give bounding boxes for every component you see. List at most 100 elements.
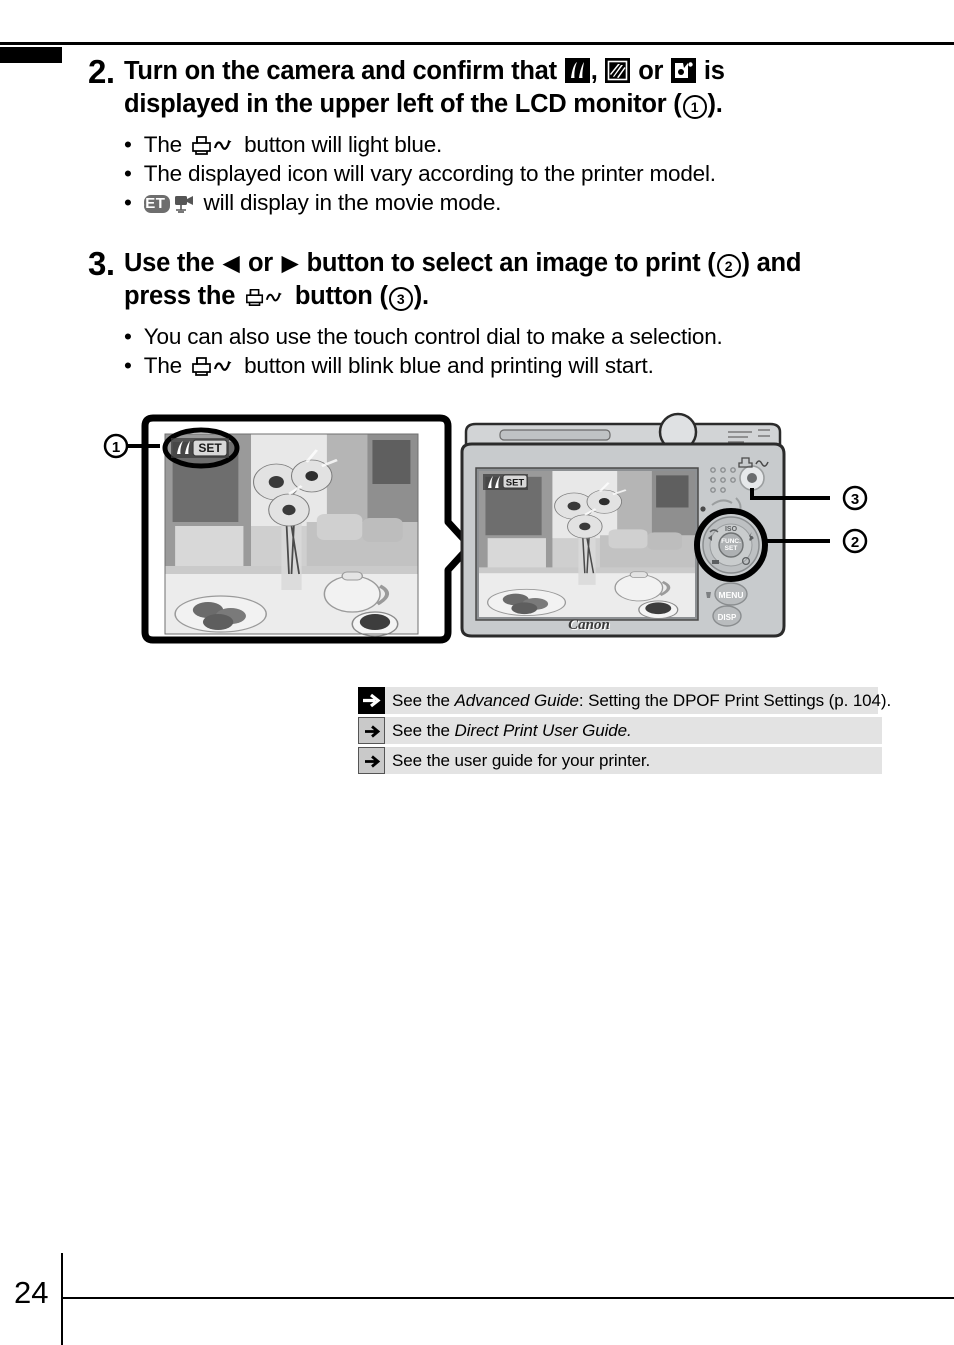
footer-horizontal-rule (61, 1297, 954, 1299)
reference-row: See the Advanced Guide: Setting the DPOF… (358, 687, 891, 714)
callout-3-label: 3 (851, 491, 859, 508)
print-share-button-icon (192, 357, 232, 376)
step-2-heading-text-1: Turn on the camera and confirm that (124, 57, 557, 85)
bullet-3-post: will display in the movie mode. (203, 190, 502, 215)
step-2-heading-comma: , (590, 57, 598, 85)
right-arrow-icon: ▶ (281, 252, 298, 275)
step-2-heading-text-2: is (703, 57, 725, 85)
callout-2: 2 (766, 528, 868, 554)
bullet-1-post: button will light blue. (244, 132, 443, 157)
arrow-right-icon (358, 747, 385, 774)
ref-seg-italic: Direct Print User Guide. (454, 721, 632, 740)
camera-body: SET Canon Canon FUNC. SET ISO MENU DISP (460, 412, 786, 638)
reference-table: See the Advanced Guide: Setting the DPOF… (358, 687, 891, 777)
callout-1: 1 (103, 433, 160, 459)
movie-camera-icon (175, 196, 194, 213)
chapter-tab-marker (0, 47, 62, 63)
step-2-bullet-3: SET will display in the movie mode. (135, 188, 878, 217)
lcd-print-icon-highlight (162, 427, 240, 469)
speaker-holes (710, 467, 736, 493)
menu-label: MENU (718, 590, 743, 600)
func-set-button (718, 532, 744, 558)
set-badge: SET (135, 195, 171, 213)
control-dial[interactable]: FUNC. SET ISO (694, 508, 768, 582)
lcd-set-badge-label: SET (198, 441, 222, 455)
step-2-heading-or: or (638, 57, 664, 85)
page-number: 24 (14, 1275, 49, 1310)
step-2-heading-line2-pre: displayed in the upper left of the LCD m… (124, 90, 682, 118)
menu-button[interactable]: MENU (714, 582, 748, 606)
print-share-button-icon (192, 136, 232, 155)
pictbridge-icon (564, 58, 590, 83)
step-2-number: 2. (88, 53, 115, 90)
dial-right-arrow-icon (750, 535, 754, 541)
lcd-preview-photo (165, 434, 418, 636)
footer-vertical-rule (61, 1253, 63, 1345)
reference-row: See the Direct Print User Guide. (358, 717, 882, 744)
top-markings (728, 429, 770, 443)
step-3-bullet-2: The button will blink blue and printing … (138, 351, 878, 380)
arrow-right-icon (358, 687, 385, 714)
step-3-heading-mid: button to select an image to print ( (306, 249, 716, 277)
canon-direct-print-icon (605, 58, 631, 83)
camera-brand-label: Canon (569, 618, 611, 634)
step-3-heading: Use the ◀ or ▶ button to select an image… (124, 247, 878, 313)
callout-3: 3 (750, 485, 868, 511)
step-2-heading: Turn on the camera and confirm that , or (124, 55, 878, 121)
step-3-heading-line2-post: ). (413, 282, 429, 310)
arrow-right-icon (358, 717, 385, 744)
callout-1-label: 1 (112, 439, 120, 456)
set-label: SET (725, 545, 738, 552)
camera-lcd-photo (477, 469, 697, 621)
display-button[interactable]: DISP (712, 605, 742, 627)
callout-marker-1-inline: 1 (682, 95, 707, 119)
ref-seg-italic: Advanced Guide (454, 691, 579, 710)
bullet-2-pre: The (143, 353, 182, 378)
ref-seg: See the (392, 721, 455, 740)
reference-row-text: See the Direct Print User Guide. (385, 717, 632, 744)
callout-marker-2-inline: 2 (716, 254, 741, 278)
camera-brand-label-shadow: Canon (568, 617, 610, 633)
camera-lcd-set-badge: SET (506, 478, 525, 489)
lcd-bezel (475, 467, 699, 621)
ref-seg: See the (392, 691, 455, 710)
print-share-button-icon (246, 288, 282, 306)
header-rule (0, 42, 954, 45)
reference-row-text: See the Advanced Guide: Setting the DPOF… (385, 687, 891, 714)
left-arrow-icon: ◀ (223, 252, 240, 275)
iso-label: ISO (725, 526, 738, 533)
bubble-jet-direct-icon (671, 58, 697, 83)
step-2-bullets: The button will light blue. The displaye… (124, 130, 878, 217)
step-3-bullet-1: You can also use the touch control dial … (138, 322, 878, 351)
callout-marker-3-inline: 3 (388, 287, 413, 311)
step-2-bullet-1: The button will light blue. (138, 130, 878, 159)
func-label: FUNC. (721, 538, 741, 545)
macro-icon (709, 529, 719, 533)
bullet-2-post: button will blink blue and printing will… (244, 353, 654, 378)
self-timer-icon (741, 556, 751, 566)
step-3-heading-or: or (247, 249, 273, 277)
bullet-1-pre: The (143, 132, 182, 157)
ref-seg: : Setting the DPOF Print Settings (p. 10… (578, 691, 892, 710)
flash-icon (749, 532, 753, 541)
step-2: 2. Turn on the camera and confirm that ,… (88, 55, 878, 217)
reference-row-text: See the user guide for your printer. (392, 751, 651, 770)
shutter-button (658, 412, 698, 452)
trash-icon (706, 592, 711, 598)
drive-mode-icon (712, 560, 719, 564)
reference-row: See the user guide for your printer. (358, 747, 882, 774)
step-3-heading-after-marker: ) and (741, 249, 802, 277)
callout-2-label: 2 (851, 534, 859, 551)
print-share-button[interactable] (738, 457, 769, 491)
lcd-magnified-callout: SET (141, 414, 474, 644)
step-3: 3. Use the ◀ or ▶ button to select an im… (88, 247, 878, 380)
camera-slider-control (499, 429, 611, 441)
step-2-heading-line2-post: ). (707, 90, 723, 118)
disp-label: DISP (718, 613, 737, 622)
step-3-heading-line2-pre: press the (124, 282, 236, 310)
step-3-bullets: You can also use the touch control dial … (124, 322, 878, 380)
step-3-number: 3. (88, 245, 115, 282)
step-2-bullet-2: The displayed icon will vary according t… (138, 159, 878, 188)
step-3-heading-line2-mid: button ( (294, 282, 388, 310)
dial-left-arrow-icon (708, 535, 712, 541)
